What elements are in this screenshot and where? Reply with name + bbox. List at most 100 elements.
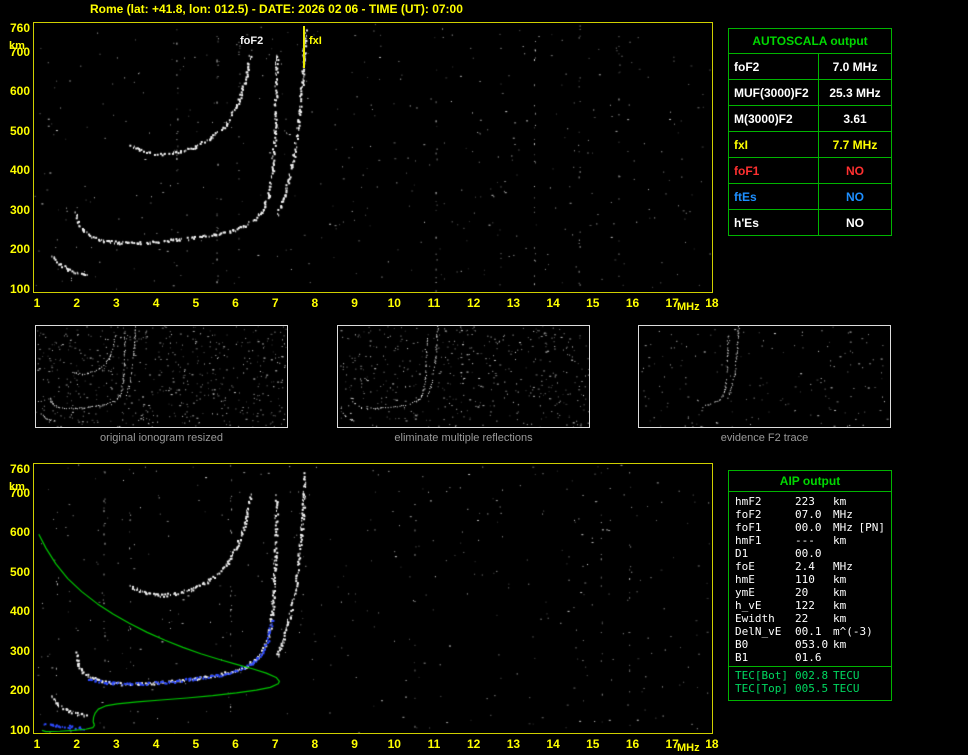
x-tick-label-top: 12 <box>461 296 487 310</box>
aip-row-hmF2: hmF2223km <box>729 495 891 508</box>
x-tick-label-top: 5 <box>183 296 209 310</box>
x-tick-label-bottom: 18 <box>699 737 725 751</box>
x-tick-label-top: 13 <box>500 296 526 310</box>
aip-row-hmE: hmE110km <box>729 573 891 586</box>
autoscala-param-value: 25.3 MHz <box>819 80 891 105</box>
aip-separator <box>729 666 891 667</box>
x-tick-label-bottom: 4 <box>143 737 169 751</box>
y-tick-label-bottom: 700 <box>1 487 30 499</box>
x-tick-label-top: 6 <box>223 296 249 310</box>
x-tick-label-bottom: 14 <box>540 737 566 751</box>
aip-param-name: hmF2 <box>735 495 795 508</box>
x-axis-unit-bottom: MHz <box>677 742 700 754</box>
aip-param-unit: km <box>831 638 885 651</box>
thumbnail-canvas-0 <box>36 326 287 427</box>
aip-param-name: h_vE <box>735 599 795 612</box>
x-tick-label-bottom: 17 <box>659 737 685 751</box>
autoscala-param-label: foF2 <box>729 54 819 79</box>
autoscala-row-MUF(3000)F2: MUF(3000)F225.3 MHz <box>729 80 891 106</box>
x-tick-label-top: 7 <box>262 296 288 310</box>
autoscala-row-fxI: fxI7.7 MHz <box>729 132 891 158</box>
ionogram-top-canvas <box>34 23 712 292</box>
aip-param-unit: km <box>831 599 885 612</box>
y-tick-label-bottom: 400 <box>1 605 30 617</box>
aip-param-name: Ewidth <box>735 612 795 625</box>
aip-param-unit: TECU <box>831 682 885 695</box>
thumbnail-original-ionogram <box>35 325 288 428</box>
autoscala-param-label: h'Es <box>729 210 819 235</box>
thumbnail-caption-0: original ionogram resized <box>35 432 288 444</box>
y-tick-label-top: 500 <box>1 125 30 137</box>
y-tick-label-top: 100 <box>1 283 30 295</box>
aip-param-unit: MHz <box>831 560 885 573</box>
autoscala-row-h'Es: h'EsNO <box>729 210 891 235</box>
y-tick-label-top: 300 <box>1 204 30 216</box>
aip-row-TEC[Top]: TEC[Top]005.5TECU <box>729 682 891 695</box>
aip-row-foE: foE2.4MHz <box>729 560 891 573</box>
x-tick-label-top: 10 <box>381 296 407 310</box>
y-tick-label-top: 760 <box>1 22 30 34</box>
x-tick-label-bottom: 6 <box>223 737 249 751</box>
y-tick-label-bottom: 500 <box>1 566 30 578</box>
aip-param-unit: TECU <box>831 669 885 682</box>
aip-param-name: foF1 <box>735 521 795 534</box>
aip-param-value: 110 <box>795 573 831 586</box>
aip-row-foF1: foF100.0MHz[PN] <box>729 521 891 534</box>
aip-row-DelN_vE: DelN_vE00.1m^(-3) <box>729 625 891 638</box>
autoscala-output-panel: AUTOSCALA output foF27.0 MHzMUF(3000)F22… <box>728 28 892 236</box>
ionogram-bottom-canvas <box>34 464 712 733</box>
aip-param-name: DelN_vE <box>735 625 795 638</box>
y-axis-unit-top: km <box>9 40 25 52</box>
autoscala-param-label: M(3000)F2 <box>729 106 819 131</box>
aip-param-unit: MHz <box>831 521 859 534</box>
thumbnail-canvas-1 <box>338 326 589 427</box>
x-tick-label-bottom: 1 <box>24 737 50 751</box>
y-tick-label-top: 200 <box>1 243 30 255</box>
ionogram-plot-bottom <box>33 463 713 734</box>
aip-param-value: 00.0 <box>795 547 831 560</box>
x-tick-label-top: 8 <box>302 296 328 310</box>
aip-row-B1: B101.6 <box>729 651 891 664</box>
x-tick-label-top: 11 <box>421 296 447 310</box>
autoscala-row-foF2: foF27.0 MHz <box>729 54 891 80</box>
aip-param-value: 00.0 <box>795 521 831 534</box>
aip-param-value: --- <box>795 534 831 547</box>
aip-param-value: 2.4 <box>795 560 831 573</box>
x-tick-label-top: 1 <box>24 296 50 310</box>
x-tick-label-bottom: 16 <box>620 737 646 751</box>
y-tick-label-bottom: 300 <box>1 645 30 657</box>
x-tick-label-top: 15 <box>580 296 606 310</box>
x-tick-label-bottom: 3 <box>103 737 129 751</box>
aip-param-name: B0 <box>735 638 795 651</box>
y-tick-label-bottom: 100 <box>1 724 30 736</box>
y-axis-unit-bottom: km <box>9 481 25 493</box>
aip-panel-title: AIP output <box>729 471 891 492</box>
x-tick-label-top: 2 <box>64 296 90 310</box>
x-tick-label-top: 18 <box>699 296 725 310</box>
x-tick-label-bottom: 15 <box>580 737 606 751</box>
x-axis-unit-top: MHz <box>677 301 700 313</box>
y-tick-label-bottom: 600 <box>1 526 30 538</box>
thumbnail-canvas-2 <box>639 326 890 427</box>
aip-param-value: 01.6 <box>795 651 831 664</box>
x-tick-label-bottom: 7 <box>262 737 288 751</box>
autoscala-row-ftEs: ftEsNO <box>729 184 891 210</box>
thumbnail-caption-1: eliminate multiple reflections <box>337 432 590 444</box>
aip-row-D1: D100.0 <box>729 547 891 560</box>
aip-output-panel: AIP output hmF2223kmfoF207.0MHzfoF100.0M… <box>728 470 892 701</box>
ionogram-plot-top: foF2 fxI <box>33 22 713 293</box>
autoscala-param-label: foF1 <box>729 158 819 183</box>
autoscala-rows: foF27.0 MHzMUF(3000)F225.3 MHzM(3000)F23… <box>729 54 891 235</box>
x-tick-label-bottom: 9 <box>342 737 368 751</box>
aip-param-unit <box>831 651 885 664</box>
aip-row-Ewidth: Ewidth22km <box>729 612 891 625</box>
aip-param-unit: km <box>831 495 885 508</box>
x-tick-label-top: 9 <box>342 296 368 310</box>
aip-param-unit: km <box>831 612 885 625</box>
fxi-marker-line <box>303 26 305 68</box>
aip-param-name: TEC[Bot] <box>735 669 795 682</box>
y-tick-label-bottom: 200 <box>1 684 30 696</box>
x-tick-label-top: 3 <box>103 296 129 310</box>
autoscala-param-value: 7.7 MHz <box>819 132 891 157</box>
aip-param-value: 20 <box>795 586 831 599</box>
